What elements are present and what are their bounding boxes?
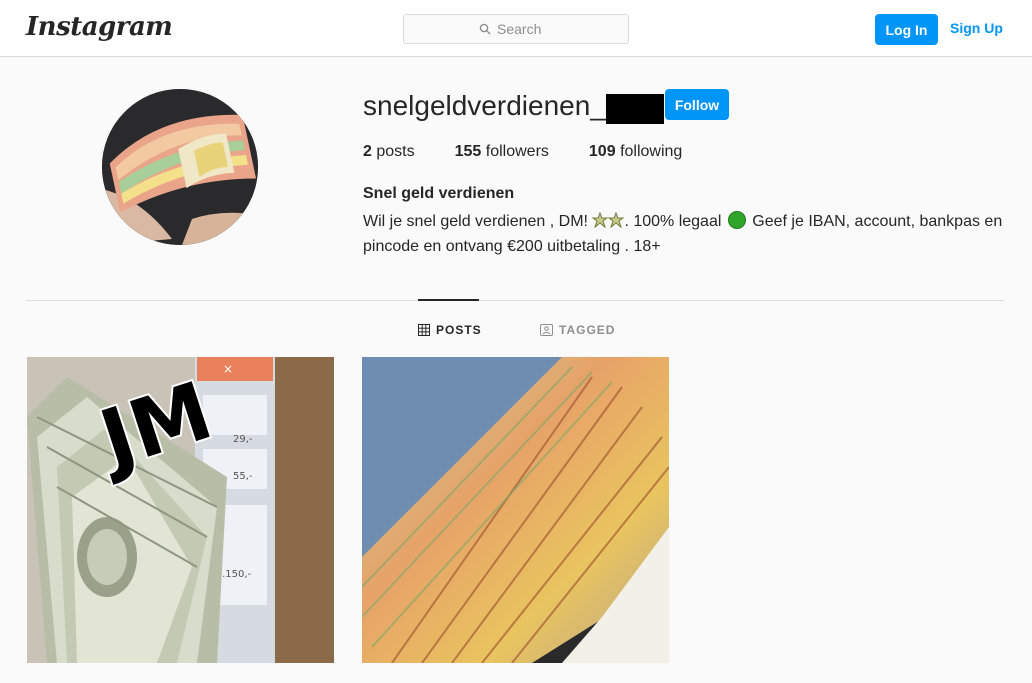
bio-text-1: Wil je snel geld verdienen , DM! [363,213,593,230]
tab-tagged-label: TAGGED [559,323,616,337]
tab-tagged[interactable]: TAGGED [540,323,615,337]
tag-icon [540,324,553,336]
tabs-divider [26,300,1004,301]
search-icon [479,23,491,35]
money-bag-emoji-icon [608,212,625,228]
top-navigation-bar: Instagram Log In Sign Up [0,0,1032,57]
profile-bio: Wil je snel geld verdienen , DM! . 100% … [363,209,1013,259]
posts-count: 2 [363,143,372,160]
following-label: following [620,143,683,160]
followers-count: 155 [454,143,482,160]
search-input[interactable] [497,21,553,37]
following-stat[interactable]: 109 following [589,143,682,161]
screen-value-1: 29,- [233,434,253,445]
avatar-money-image [102,89,258,245]
follow-button[interactable]: Follow [665,89,729,120]
post-euro-stack[interactable] [362,357,669,663]
post-dollar-fan[interactable]: × 29,- 55,- 153.150,- JM [27,357,334,663]
post-image-euros [362,357,669,663]
profile-full-name: Snel geld verdienen [363,185,515,202]
redaction-bar [606,94,664,124]
bio-text-2: . 100% legaal [624,213,726,230]
login-button[interactable]: Log In [875,14,938,45]
tab-posts-label: POSTS [436,323,482,337]
active-tab-indicator [418,299,479,301]
following-count: 109 [588,143,616,160]
instagram-logo[interactable]: Instagram [26,12,173,42]
profile-stats: 2 posts 155 followers 109 following [363,143,722,161]
followers-label: followers [485,143,549,160]
followers-stat[interactable]: 155 followers [455,143,549,161]
svg-text:×: × [223,362,233,376]
posts-label: posts [376,143,415,160]
tab-posts[interactable]: POSTS [418,323,482,337]
grid-icon [418,324,430,336]
post-image-dollars: × 29,- 55,- 153.150,- JM [27,357,334,663]
money-bag-emoji-icon [592,212,609,228]
posts-stat: 2 posts [363,143,415,161]
screen-value-2: 55,- [233,471,253,482]
search-box[interactable] [403,14,629,44]
green-circle-emoji-icon [727,211,746,229]
profile-username: snelgeldverdienen_r [363,90,616,121]
signup-link[interactable]: Sign Up [950,20,1003,36]
profile-avatar[interactable] [102,89,258,245]
